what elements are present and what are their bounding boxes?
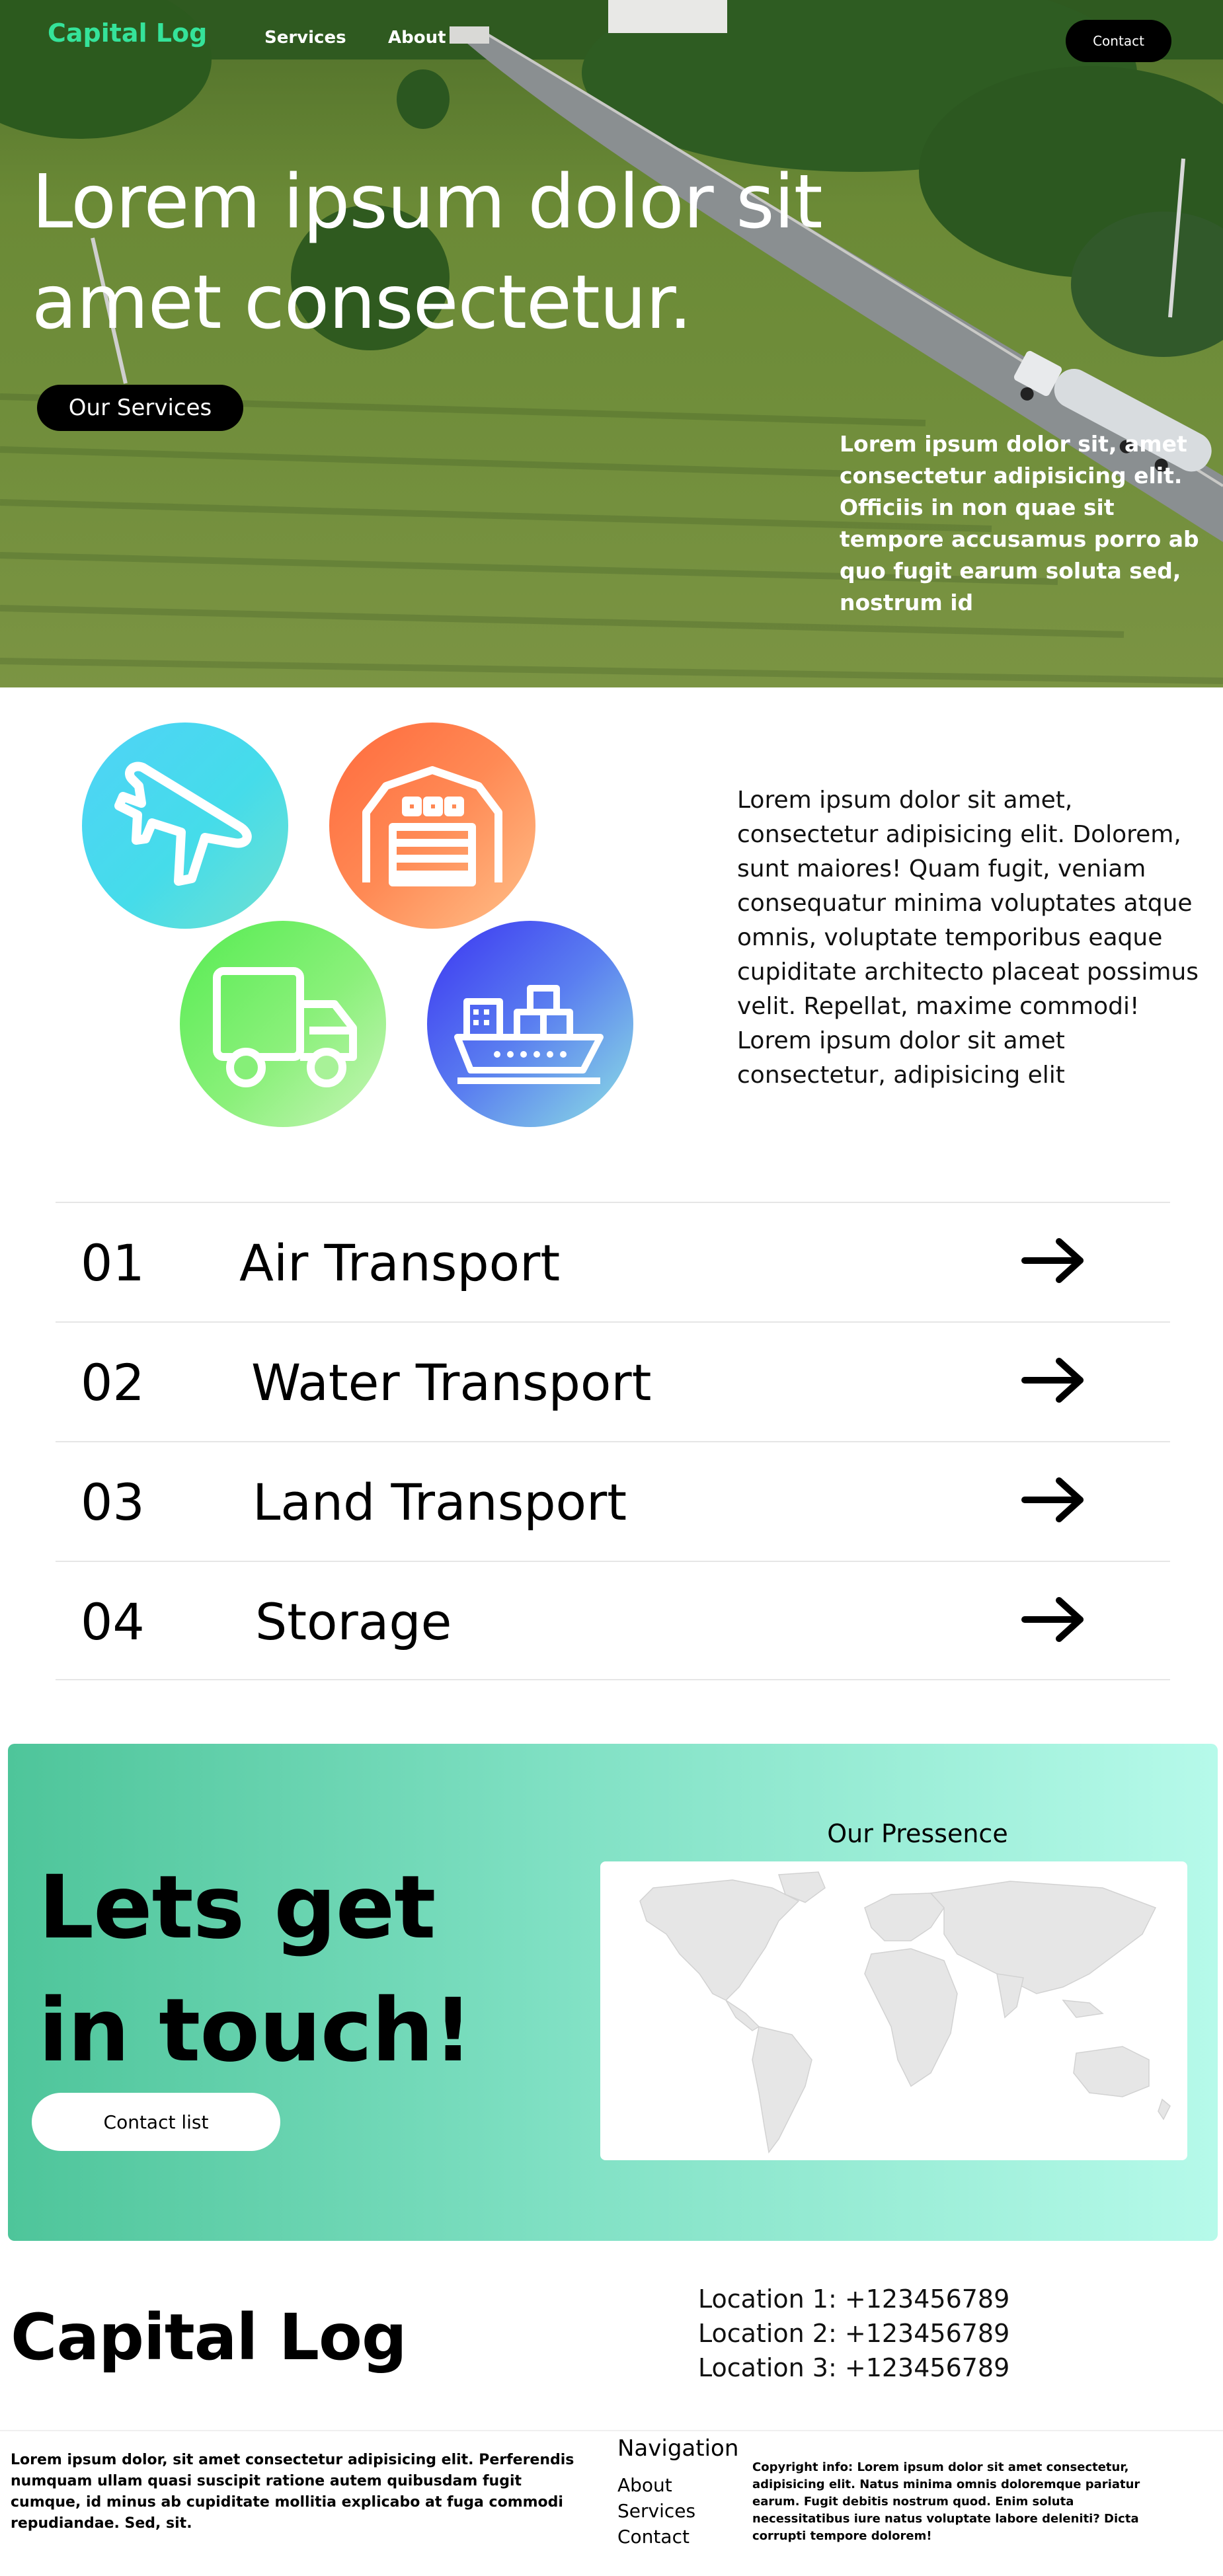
- warehouse-circle: [329, 722, 535, 929]
- arrow-right-icon[interactable]: [1021, 1477, 1087, 1523]
- world-map-image: [639, 1871, 1171, 2154]
- service-row-land[interactable]: 03 Land Transport: [56, 1441, 1170, 1561]
- location-item: Location 3: +123456789: [698, 2353, 1010, 2382]
- airplane-icon: [114, 761, 252, 886]
- cargo-ship-circle: [427, 921, 633, 1127]
- footer-nav-title: Navigation: [617, 2435, 739, 2462]
- truck-icon: [213, 967, 357, 1087]
- hero-section: Capital Log Services About Contact Lorem…: [0, 0, 1223, 687]
- contact-heading: Lets get in touch!: [38, 1857, 473, 2082]
- service-name: Storage: [255, 1592, 452, 1651]
- presence-title: Our Pressence: [827, 1819, 1008, 1848]
- our-services-button[interactable]: Our Services: [37, 385, 243, 431]
- truck-circle: [180, 921, 386, 1127]
- service-number: 03: [81, 1473, 145, 1532]
- footer-copyright: Copyright info: Lorem ipsum dolor sit am…: [752, 2460, 1140, 2543]
- nav-about-link[interactable]: About: [388, 28, 446, 48]
- service-number: 01: [81, 1233, 145, 1292]
- service-name: Air Transport: [239, 1233, 561, 1292]
- service-number: 04: [81, 1592, 145, 1651]
- warehouse-icon: [362, 766, 502, 886]
- footer-nav-about[interactable]: About: [617, 2472, 695, 2498]
- world-map[interactable]: [600, 1861, 1187, 2160]
- arrow-right-icon[interactable]: [1021, 1237, 1087, 1284]
- service-name: Land Transport: [253, 1473, 627, 1532]
- service-name: Water Transport: [251, 1353, 652, 1412]
- contact-panel: Lets get in touch! Contact list Our Pres…: [8, 1744, 1218, 2241]
- service-row-air[interactable]: 01 Air Transport: [56, 1202, 1170, 1321]
- footer-nav: About Services Contact: [617, 2472, 695, 2550]
- footer-nav-services[interactable]: Services: [617, 2498, 695, 2524]
- contact-list-button[interactable]: Contact list: [32, 2093, 280, 2151]
- services-list: 01 Air Transport 02 Water Transport 03 L…: [56, 1202, 1170, 1680]
- footer-about-text: Lorem ipsum dolor, sit amet consectetur …: [11, 2452, 574, 2532]
- service-row-water[interactable]: 02 Water Transport: [56, 1321, 1170, 1441]
- footer-nav-contact[interactable]: Contact: [617, 2524, 695, 2550]
- hero-title: Lorem ipsum dolor sit amet consectetur.: [32, 159, 823, 346]
- nav-services-link[interactable]: Services: [264, 28, 346, 48]
- intro-text: Lorem ipsum dolor sit amet, consectetur …: [737, 787, 1199, 1089]
- service-row-storage[interactable]: 04 Storage: [56, 1561, 1170, 1680]
- brand-logo[interactable]: Capital Log: [48, 19, 207, 48]
- locations-list: Location 1: +123456789 Location 2: +1234…: [698, 2282, 1009, 2385]
- hero-side-text: Lorem ipsum dolor sit, amet consectetur …: [840, 431, 1199, 615]
- cargo-ship-icon: [454, 985, 604, 1084]
- footer-logo[interactable]: Capital Log: [11, 2300, 407, 2374]
- location-item: Location 2: +123456789: [698, 2319, 1010, 2348]
- header-contact-button[interactable]: Contact: [1066, 20, 1171, 62]
- airplane-circle: [82, 722, 288, 929]
- arrow-right-icon[interactable]: [1021, 1596, 1087, 1643]
- location-item: Location 1: +123456789: [698, 2284, 1010, 2314]
- service-number: 02: [81, 1353, 145, 1412]
- arrow-right-icon[interactable]: [1021, 1357, 1087, 1403]
- footer-divider: [0, 2430, 1223, 2431]
